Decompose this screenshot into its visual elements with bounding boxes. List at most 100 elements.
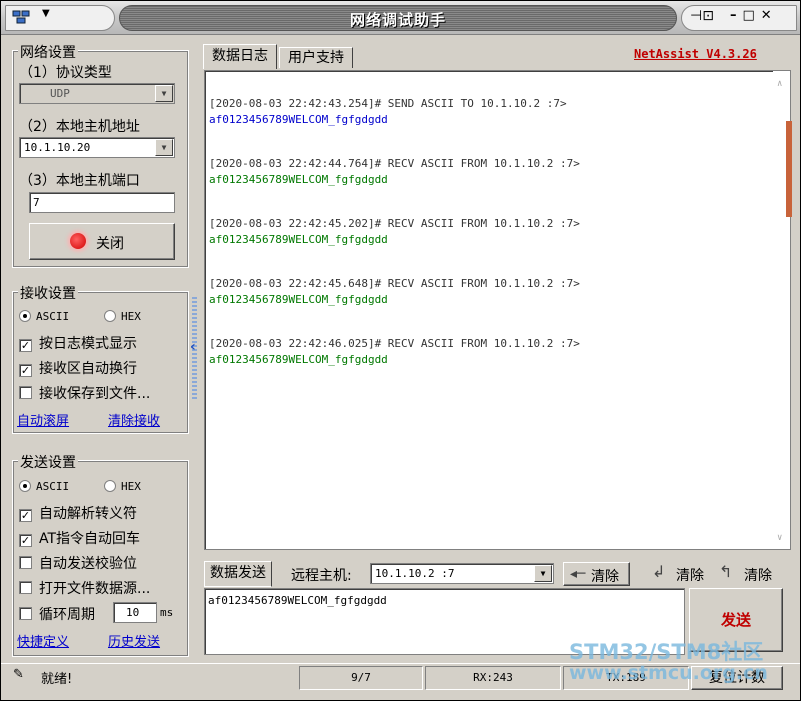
window-buttons[interactable]: –□✕ [730,8,778,23]
log-entry: [2020-08-03 22:42:43.254]# SEND ASCII TO… [209,97,567,126]
tab-data-log[interactable]: 数据日志 [203,44,277,69]
port-value: 7 [33,196,40,209]
recv-hex-radio[interactable]: HEX [104,310,141,323]
scroll-down-icon[interactable]: ∨ [777,533,782,543]
loop-checkbox[interactable]: 循环周期 [19,604,95,624]
send-ascii-radio[interactable]: ASCII [19,480,69,493]
watermark: STM32/STM8社区 www.stmcu.org.cn [569,642,768,684]
save-file-checkbox[interactable]: 接收保存到文件... [19,383,150,403]
clear-log-icon[interactable]: ↲ [652,562,665,581]
chevron-down-icon[interactable]: ▼ [155,85,173,102]
host-select[interactable]: 10.1.10.20 ▼ [19,137,175,158]
at-return-label: AT指令自动回车 [39,531,141,547]
status-count: 9/7 [299,666,423,690]
auto-wrap-label: 接收区自动换行 [39,361,137,377]
check-icon: ✓ [19,364,32,377]
port-label: （3）本地主机端口 [19,173,140,189]
send-hex-radio[interactable]: HEX [104,480,141,493]
log-entry-body: af0123456789WELCOM_fgfgdgdd [209,233,388,246]
arrow-left-icon: ◂─ [570,566,586,582]
save-file-label: 接收保存到文件... [39,386,151,402]
chevron-down-icon[interactable]: ▼ [534,565,552,582]
log-entry-header: [2020-08-03 22:42:45.202]# RECV ASCII FR… [209,217,580,230]
parse-escape-checkbox[interactable]: ✓ 自动解析转义符 [19,503,137,523]
auto-checksum-checkbox[interactable]: 自动发送校验位 [19,553,137,573]
log-entry-body: af0123456789WELCOM_fgfgdgdd [209,353,388,366]
recv-ascii-radio[interactable]: ASCII [19,310,69,323]
network-settings-legend: 网络设置 [18,42,78,62]
log-entry-body: af0123456789WELCOM_fgfgdgdd [209,113,388,126]
loop-label: 循环周期 [39,607,95,623]
window-title: 网络调试助手 [349,11,446,29]
close-connection-button[interactable]: 关闭 [29,223,175,260]
auto-scroll-link[interactable]: 自动滚屏 [17,410,69,429]
window-controls: ⊣⊡ –□✕ [681,5,797,31]
log-entry: [2020-08-03 22:42:45.648]# RECV ASCII FR… [209,277,580,306]
watermark-line1: STM32/STM8社区 [569,640,764,664]
at-return-checkbox[interactable]: ✓ AT指令自动回车 [19,528,140,548]
collapse-left-icon[interactable]: ‹ [190,339,196,355]
radio-on-icon [19,310,31,322]
log-entry: [2020-08-03 22:42:45.202]# RECV ASCII FR… [209,217,580,246]
send-hex-label: HEX [121,480,141,493]
receive-settings-legend: 接收设置 [18,283,78,303]
minimize-icon[interactable]: – [730,8,743,23]
pin-icon[interactable]: ⊣⊡ [690,8,714,24]
radio-off-icon [104,310,116,322]
tab-user-support[interactable]: 用户支持 [279,47,353,68]
close-icon[interactable]: ✕ [761,8,778,23]
close-connection-label: 关闭 [96,236,124,252]
recv-ascii-label: ASCII [36,310,70,323]
receive-log[interactable]: [2020-08-03 22:42:43.254]# SEND ASCII TO… [204,70,791,550]
send-ascii-label: ASCII [36,480,70,493]
loop-period-input[interactable]: 10 [113,602,157,623]
check-icon: ✓ [19,534,32,547]
title-bar[interactable]: ▼ 网络调试助手 ⊣⊡ –□✕ [1,1,800,35]
clear-remote-button[interactable]: ◂─ 清除 [563,562,630,586]
log-entry-header: [2020-08-03 22:42:43.254]# SEND ASCII TO… [209,97,567,110]
system-menu[interactable]: ▼ [5,5,115,31]
scroll-thumb[interactable] [786,121,792,217]
network-icon [12,10,30,24]
status-ready: 就绪! [41,672,73,687]
clear-log-label[interactable]: 清除 [676,565,704,585]
maximize-icon[interactable]: □ [743,8,761,23]
radio-on-icon [19,480,31,492]
protocol-select[interactable]: UDP ▼ [19,83,175,104]
protocol-value: UDP [50,87,70,100]
log-entry: [2020-08-03 22:42:44.764]# RECV ASCII FR… [209,157,580,186]
port-input[interactable]: 7 [29,192,175,213]
empty-box-icon [19,386,32,399]
watermark-line2: www.stmcu.org.cn [569,662,768,684]
history-link[interactable]: 历史发送 [108,631,160,650]
protocol-label: （1）协议类型 [19,65,112,81]
title-caption: 网络调试助手 [119,5,677,31]
clear-receive-link[interactable]: 清除接收 [108,410,160,429]
parse-escape-label: 自动解析转义符 [39,506,137,522]
red-indicator-icon [70,233,86,249]
loop-period-value: 10 [126,606,140,619]
log-mode-checkbox[interactable]: ✓ 按日志模式显示 [19,333,137,353]
recv-hex-label: HEX [121,310,141,323]
radio-off-icon [104,480,116,492]
check-icon: ✓ [19,339,32,352]
auto-checksum-label: 自动发送校验位 [39,556,137,572]
clear-send-label[interactable]: 清除 [744,565,772,585]
log-entry-body: af0123456789WELCOM_fgfgdgdd [209,293,388,306]
log-mode-label: 按日志模式显示 [39,336,137,352]
clear-send-icon[interactable]: ↰ [719,562,732,581]
auto-wrap-checkbox[interactable]: ✓ 接收区自动换行 [19,358,137,378]
empty-box-icon [19,556,32,569]
chevron-down-icon[interactable]: ▼ [155,139,173,156]
log-entry-header: [2020-08-03 22:42:45.648]# RECV ASCII FR… [209,277,580,290]
dropdown-icon[interactable]: ▼ [42,8,50,19]
open-file-label: 打开文件数据源... [39,581,151,597]
tab-data-send[interactable]: 数据发送 [204,561,272,587]
version-link[interactable]: NetAssist V4.3.26 [634,47,757,61]
shortcut-link[interactable]: 快捷定义 [17,631,69,650]
remote-host-select[interactable]: 10.1.10.2 :7 ▼ [370,563,554,584]
ready-icon: ✎ [13,667,24,682]
open-file-checkbox[interactable]: 打开文件数据源... [19,578,150,598]
loop-unit: ms [160,606,174,619]
scroll-up-icon[interactable]: ∧ [777,79,782,89]
